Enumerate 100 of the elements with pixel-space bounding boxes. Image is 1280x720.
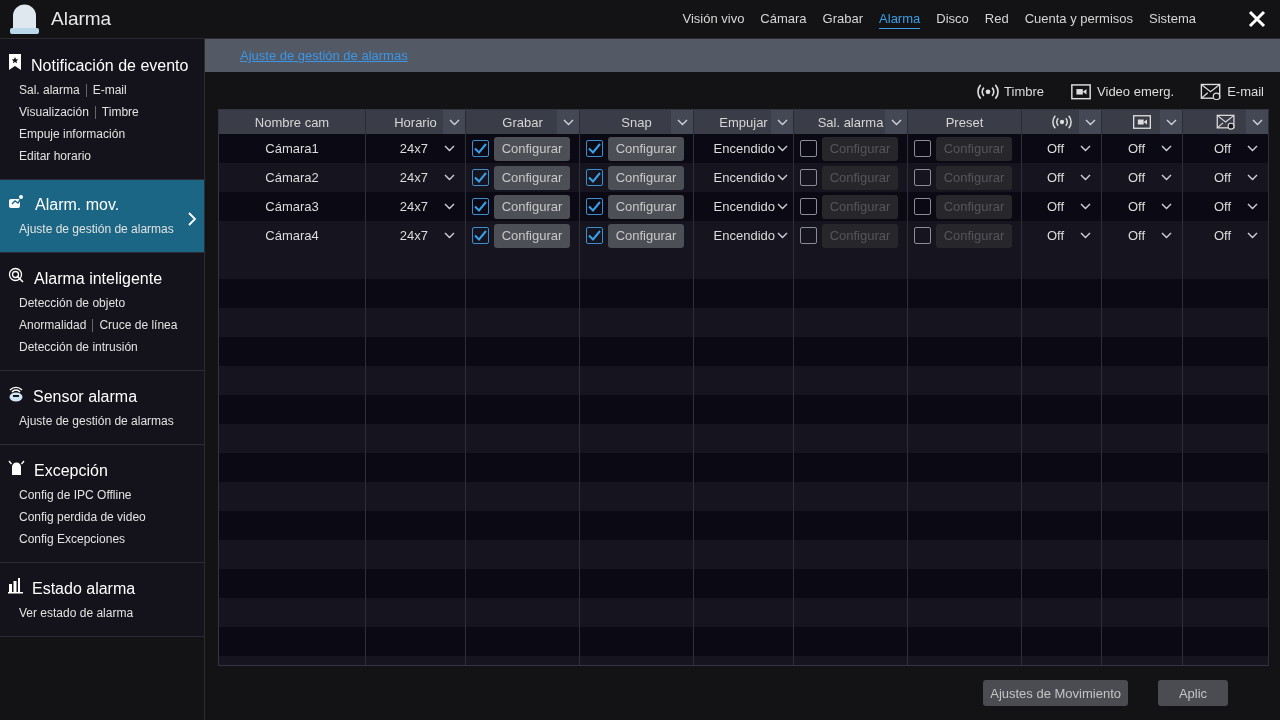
checkbox[interactable] <box>914 227 931 244</box>
sidebar-link[interactable]: Sal. alarma <box>19 83 80 97</box>
checkbox[interactable] <box>586 140 603 157</box>
checkbox[interactable] <box>586 169 603 186</box>
video-dropdown[interactable]: Off <box>1102 192 1183 221</box>
window-title: Alarma <box>51 8 112 30</box>
sidebar-link[interactable]: E-mail <box>92 83 127 97</box>
schedule-dropdown[interactable]: 24x7 <box>366 192 466 221</box>
section-title: Alarma inteligente <box>34 270 163 288</box>
action-button[interactable]: Aplic <box>1158 680 1228 706</box>
nav-tab[interactable]: Disco <box>936 9 969 29</box>
email-dropdown[interactable]: Off <box>1183 192 1269 221</box>
checkbox[interactable] <box>472 198 489 215</box>
video-dropdown[interactable]: Off <box>1102 134 1183 163</box>
chevron-down-icon <box>890 118 902 126</box>
sidebar-section[interactable]: Sensor alarma Ajuste de gestión de alarmas <box>0 371 204 445</box>
sidebar-link[interactable]: Detección de objeto <box>19 296 126 310</box>
buzzer-dropdown[interactable]: Off <box>1022 163 1102 192</box>
chevron-down-icon <box>777 174 788 181</box>
header-label: Sal. alarma <box>817 114 884 130</box>
schedule-dropdown[interactable]: 24x7 <box>366 163 466 192</box>
configure-button[interactable]: Configurar <box>608 194 684 219</box>
checkbox[interactable] <box>800 227 817 244</box>
checkbox[interactable] <box>914 198 931 215</box>
video-dropdown[interactable]: Off <box>1102 221 1183 250</box>
sidebar-link[interactable]: Cruce de línea <box>99 318 178 332</box>
email-icon <box>1215 114 1236 130</box>
checkbox[interactable] <box>914 169 931 186</box>
configure-button[interactable]: Configurar <box>608 136 684 161</box>
section-title: Excepción <box>34 462 108 480</box>
checkbox[interactable] <box>586 198 603 215</box>
chevron-down-icon <box>1251 118 1263 126</box>
header-label: Nombre cam <box>254 114 330 130</box>
configure-button[interactable]: Configurar <box>494 194 570 219</box>
header-label: Empujar <box>719 114 768 130</box>
checkbox[interactable] <box>472 227 489 244</box>
checkbox[interactable] <box>472 169 489 186</box>
sidebar-link[interactable]: Detección de intrusión <box>19 340 138 354</box>
chevron-down-icon <box>1161 232 1172 239</box>
buzzer-dropdown[interactable]: Off <box>1022 192 1102 221</box>
sidebar-link[interactable]: Visualización <box>19 105 89 119</box>
checkbox[interactable] <box>800 169 817 186</box>
action-button[interactable]: Ajustes de Movimiento <box>983 680 1128 706</box>
configure-button[interactable]: Configurar <box>494 136 570 161</box>
email-dropdown[interactable]: Off <box>1183 134 1269 163</box>
section-title: Notificación de evento <box>31 57 189 75</box>
section-title: Sensor alarma <box>33 388 138 406</box>
schedule-dropdown[interactable]: 24x7 <box>366 221 466 250</box>
nav-tab[interactable]: Grabar <box>822 9 864 29</box>
chevron-down-icon <box>562 118 574 126</box>
checkbox[interactable] <box>800 140 817 157</box>
checkbox[interactable] <box>914 140 931 157</box>
sidebar-link[interactable]: Ver estado de alarma <box>19 606 134 620</box>
sidebar-link[interactable]: Ajuste de gestión de alarmas <box>19 222 174 236</box>
nav-tab[interactable]: Red <box>984 9 1009 29</box>
sidebar-link[interactable]: Editar horario <box>19 149 92 163</box>
sidebar-link[interactable]: Anormalidad <box>19 318 87 332</box>
push-dropdown[interactable]: Encendido <box>694 221 794 250</box>
close-icon[interactable] <box>1248 10 1266 28</box>
nav-tab[interactable]: Sistema <box>1149 9 1196 29</box>
sidebar-link[interactable]: Config de IPC Offline <box>19 488 132 502</box>
sidebar-link[interactable]: Ajuste de gestión de alarmas <box>19 414 174 428</box>
push-dropdown[interactable]: Encendido <box>694 163 794 192</box>
email-dropdown[interactable]: Off <box>1183 221 1269 250</box>
sidebar-link[interactable]: Timbre <box>101 105 139 119</box>
push-dropdown[interactable]: Encendido <box>694 192 794 221</box>
chevron-down-icon <box>777 232 788 239</box>
sidebar-section[interactable]: Alarm. mov. Ajuste de gestión de alarmas <box>0 180 204 253</box>
sidebar-section[interactable]: Alarma inteligente Detección de objeto Anormalidad Cruce de línea Detección de intrusión <box>0 253 204 371</box>
buzzer-dropdown[interactable]: Off <box>1022 134 1102 163</box>
nav-tab[interactable]: Cámara <box>760 9 807 29</box>
sidebar-link[interactable]: Config perdida de video <box>19 510 146 524</box>
checkbox[interactable] <box>586 227 603 244</box>
sidebar-section[interactable]: Estado alarma Ver estado de alarma <box>0 563 204 637</box>
sidebar-section[interactable]: Notificación de evento Sal. alarma E-mail Visualización Timbre Empuje información Editar horario <box>0 39 204 180</box>
chevron-down-icon <box>444 174 455 181</box>
chevron-down-icon <box>1080 145 1091 152</box>
push-dropdown[interactable]: Encendido <box>694 134 794 163</box>
nav-tab[interactable]: Visión vivo <box>682 9 745 29</box>
sidebar-link[interactable]: Empuje información <box>19 127 126 141</box>
checkbox[interactable] <box>800 198 817 215</box>
schedule-dropdown[interactable]: 24x7 <box>366 134 466 163</box>
email-dropdown[interactable]: Off <box>1183 163 1269 192</box>
configure-button[interactable]: Configurar <box>608 223 684 248</box>
configure-button[interactable]: Configurar <box>608 165 684 190</box>
configure-button[interactable]: Configurar <box>494 223 570 248</box>
configure-button[interactable]: Configurar <box>494 165 570 190</box>
nav-tab[interactable]: Alarma <box>879 9 921 29</box>
header-label: Grabar <box>502 114 543 130</box>
nav-tab[interactable]: Cuenta y permisos <box>1024 9 1134 29</box>
sidebar-link[interactable]: Config Excepciones <box>19 532 126 546</box>
checkbox[interactable] <box>472 140 489 157</box>
signal-waves-icon <box>977 82 1000 101</box>
chevron-down-icon <box>1080 174 1091 181</box>
video-dropdown[interactable]: Off <box>1102 163 1183 192</box>
legend-label: Video emerg. <box>1097 84 1175 99</box>
video-frame-icon <box>1132 114 1152 130</box>
sidebar-section[interactable]: Excepción Config de IPC Offline Config perdida de video Config Excepciones <box>0 445 204 563</box>
buzzer-dropdown[interactable]: Off <box>1022 221 1102 250</box>
chevron-down-icon <box>1161 174 1172 181</box>
